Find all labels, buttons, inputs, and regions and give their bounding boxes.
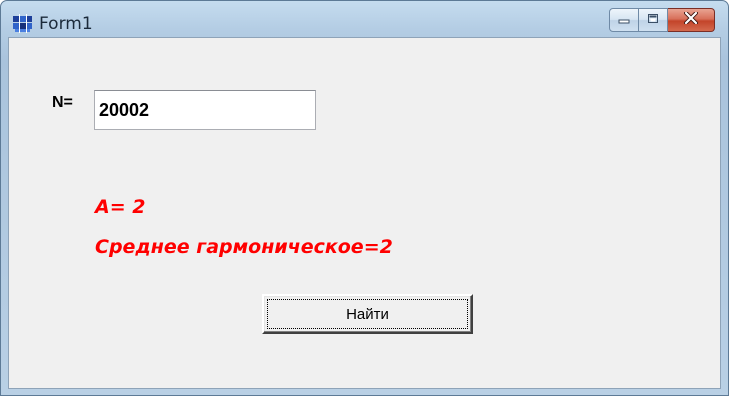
close-button[interactable] [668, 8, 715, 32]
n-input[interactable] [94, 90, 316, 130]
form-client-area: N= A= 2 Среднее гармоническое=2 Найти [8, 37, 721, 389]
caption-buttons [609, 8, 715, 34]
result-harmonic-mean-label: Среднее гармоническое=2 [95, 236, 393, 258]
maximize-button[interactable] [639, 8, 668, 32]
maximize-icon [647, 11, 659, 29]
find-button-label: Найти [267, 299, 468, 329]
result-a-label: A= 2 [95, 196, 146, 218]
minimize-button[interactable] [609, 8, 639, 32]
app-icon [13, 14, 33, 34]
n-label: N= [52, 94, 73, 111]
minimize-icon [618, 11, 630, 29]
find-button[interactable]: Найти [262, 294, 473, 334]
close-icon [684, 11, 698, 29]
window-title: Form1 [39, 14, 93, 34]
app-window: Form1 N= 20002 A= 2 Среднее гармоническо… [0, 0, 729, 396]
